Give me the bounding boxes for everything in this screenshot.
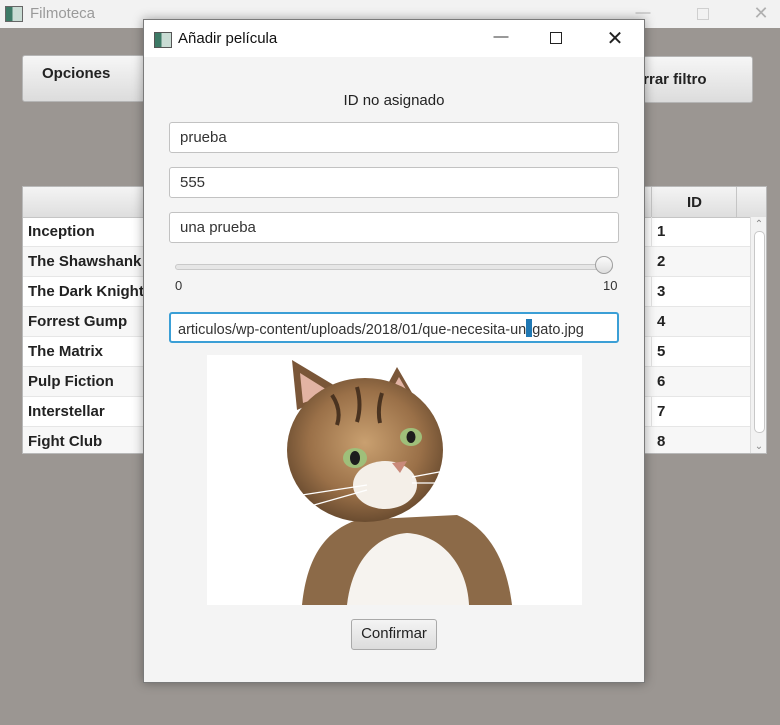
- movie-title: Fight Club: [28, 433, 103, 450]
- maximize-icon[interactable]: [534, 28, 580, 48]
- movie-id: 2: [657, 253, 666, 270]
- slider-min-label: 0: [175, 278, 183, 293]
- movie-title: The Dark Knight: [28, 283, 144, 300]
- options-button[interactable]: Opciones: [22, 55, 145, 102]
- id-column-header[interactable]: ID: [687, 194, 702, 211]
- dialog-title: Añadir película: [178, 30, 278, 47]
- dialog-titlebar: Añadir película — ✕: [144, 20, 644, 57]
- app-icon: [5, 6, 23, 22]
- scroll-up-icon[interactable]: ⌃: [753, 219, 765, 230]
- movie-id: 4: [657, 313, 666, 330]
- image-url-text-end: gato.jpg: [532, 322, 584, 338]
- add-movie-dialog: Añadir película — ✕ ID no asignado prueb…: [143, 19, 645, 683]
- year-field[interactable]: 555: [169, 167, 619, 198]
- movie-id: 8: [657, 433, 666, 450]
- table-scrollbar[interactable]: ⌃ ⌄: [750, 217, 766, 453]
- app-icon: [154, 32, 172, 48]
- cat-image: [287, 360, 512, 605]
- movie-id: 3: [657, 283, 666, 300]
- title-field[interactable]: prueba: [169, 122, 619, 153]
- maximize-icon[interactable]: [680, 0, 726, 28]
- clear-filter-label: orrar filtro: [643, 71, 707, 88]
- minimize-icon[interactable]: —: [478, 28, 524, 48]
- clear-filter-button[interactable]: orrar filtro: [643, 56, 753, 103]
- movie-title: The Shawshank R: [28, 253, 157, 270]
- rating-slider-track[interactable]: [175, 264, 613, 270]
- main-window-title: Filmoteca: [30, 5, 96, 22]
- image-url-text: articulos/wp-content/uploads/2018/01/que…: [178, 322, 527, 338]
- movie-title: The Matrix: [28, 343, 104, 360]
- scroll-down-icon[interactable]: ⌄: [753, 441, 765, 452]
- movie-title: Forrest Gump: [28, 313, 128, 330]
- close-icon[interactable]: ✕: [738, 0, 780, 28]
- image-url-field[interactable]: articulos/wp-content/uploads/2018/01/que…: [169, 312, 619, 343]
- movie-title: Inception: [28, 223, 95, 240]
- cat-photo: [207, 355, 582, 605]
- movie-id: 7: [657, 403, 666, 420]
- confirm-button[interactable]: Confirmar: [351, 619, 437, 650]
- movie-title: Pulp Fiction: [28, 373, 114, 390]
- close-icon[interactable]: ✕: [592, 26, 638, 50]
- movie-id: 5: [657, 343, 666, 360]
- movie-id: 1: [657, 223, 666, 240]
- rating-slider-thumb[interactable]: [595, 256, 613, 274]
- scroll-thumb[interactable]: [754, 231, 765, 433]
- id-label: ID no asignado: [343, 92, 445, 109]
- movie-id: 6: [657, 373, 666, 390]
- movie-title: Interstellar: [28, 403, 105, 420]
- slider-max-label: 10: [603, 278, 618, 293]
- description-field[interactable]: una prueba: [169, 212, 619, 243]
